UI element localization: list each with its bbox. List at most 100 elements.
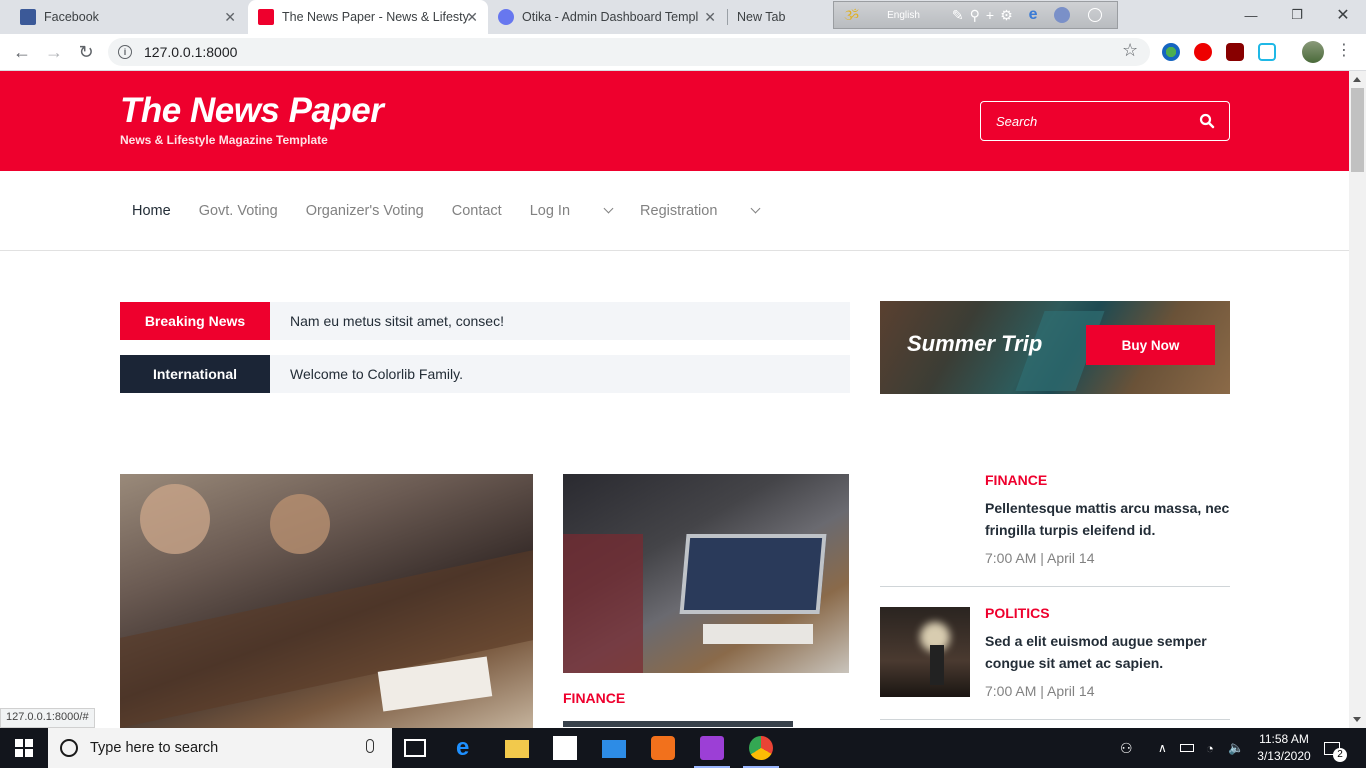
chevron-down-icon: [750, 203, 761, 214]
store-icon[interactable]: [553, 736, 577, 760]
summer-trip-ad[interactable]: Summer Trip Buy Now: [880, 301, 1230, 394]
file-explorer-icon[interactable]: [505, 740, 529, 758]
international-news-ticker: International Welcome to Colorlib Family…: [120, 355, 850, 393]
post-headline[interactable]: Pellentesque mattis arcu massa, nec frin…: [985, 497, 1230, 541]
truncated-headline: [563, 721, 793, 727]
divider: [880, 586, 1230, 587]
back-button[interactable]: ←: [8, 38, 36, 66]
phpstorm-icon[interactable]: [700, 736, 724, 760]
adblock-extension-icon[interactable]: [1194, 43, 1212, 61]
info-icon[interactable]: i: [118, 45, 132, 59]
post-meta: 7:00 AM | April 14: [985, 683, 1095, 699]
volume-icon[interactable]: 🔈: [1228, 728, 1244, 768]
post-image-finance[interactable]: [563, 474, 849, 673]
info-icon: [1087, 8, 1102, 22]
nav-home[interactable]: Home: [132, 203, 171, 219]
post-thumbnail-politics[interactable]: [880, 607, 970, 697]
chevron-up-icon[interactable]: ∧: [1158, 728, 1167, 768]
xampp-icon[interactable]: [651, 736, 675, 760]
clock-date: 3/13/2020: [1257, 749, 1311, 763]
clock[interactable]: 11:58 AM 3/13/2020: [1252, 731, 1316, 765]
main-nav: Home Govt. Voting Organizer's Voting Con…: [0, 171, 1349, 251]
notification-count-badge: 2: [1333, 748, 1347, 762]
battery-icon[interactable]: [1180, 728, 1194, 768]
tab-title: New Tab: [737, 10, 786, 24]
address-bar[interactable]: i 127.0.0.1:8000: [108, 38, 1150, 66]
status-bubble: 127.0.0.1:8000/#: [0, 708, 95, 728]
url-text: 127.0.0.1:8000: [144, 44, 238, 60]
newspaper-icon: [258, 9, 274, 25]
facebook-icon: [20, 9, 36, 25]
scroll-down-icon[interactable]: [1353, 717, 1361, 722]
restore-button[interactable]: ❐: [1274, 0, 1320, 30]
extension-d-icon[interactable]: [1258, 43, 1276, 61]
site-header: The News Paper News & Lifestyle Magazine…: [0, 71, 1349, 171]
nav-login[interactable]: Log In: [529, 203, 614, 219]
reload-button[interactable]: ↻: [72, 38, 100, 66]
post-category[interactable]: POLITICS: [985, 605, 1050, 621]
buy-now-button[interactable]: Buy Now: [1086, 325, 1215, 365]
mail-icon[interactable]: [602, 740, 626, 758]
table-shape: [120, 550, 533, 728]
divider: [880, 719, 1230, 720]
nav-organizers-voting[interactable]: Organizer's Voting: [306, 203, 424, 219]
tab-otika[interactable]: Otika - Admin Dashboard Templ ✕: [488, 0, 726, 34]
wifi-icon[interactable]: ◔: [1206, 728, 1214, 768]
people-icon[interactable]: ⚇: [1120, 728, 1133, 768]
search-form: [980, 101, 1230, 141]
scroll-up-icon[interactable]: [1353, 77, 1361, 82]
person-head-shape: [140, 484, 210, 554]
ticker-text[interactable]: Welcome to Colorlib Family.: [270, 366, 463, 382]
close-icon[interactable]: ✕: [704, 9, 716, 26]
scrollbar-thumb[interactable]: [1351, 88, 1364, 172]
page-scrollbar[interactable]: [1349, 71, 1366, 728]
tab-new-tab[interactable]: New Tab: [727, 0, 837, 34]
site-logo[interactable]: The News Paper: [120, 91, 384, 131]
nav-login-label: Log In: [529, 203, 571, 219]
ticker-label: Breaking News: [120, 302, 270, 340]
language-bar[interactable]: ૐ English ✎⚲+⚙ e: [833, 1, 1118, 29]
active-indicator: [120, 171, 181, 174]
post-category[interactable]: FINANCE: [563, 690, 625, 706]
close-icon[interactable]: ✕: [224, 9, 236, 26]
bookmark-star-icon[interactable]: ☆: [1122, 40, 1138, 61]
chevron-down-icon: [603, 203, 614, 214]
person-head-shape: [270, 494, 330, 554]
minimize-button[interactable]: —: [1228, 0, 1274, 30]
microphone-icon[interactable]: [366, 739, 374, 753]
nav-registration[interactable]: Registration: [640, 203, 761, 219]
browser-toolbar: ← → ↻ i 127.0.0.1:8000 ☆ ⋮: [0, 34, 1366, 71]
browser-tab-strip: Facebook ✕ The News Paper - News & Lifes…: [0, 0, 1366, 34]
laptop-shape: [679, 534, 827, 614]
forward-button[interactable]: →: [40, 38, 68, 66]
idm-extension-icon[interactable]: [1162, 43, 1180, 61]
window-close-button[interactable]: ✕: [1320, 0, 1366, 30]
start-button[interactable]: [0, 728, 48, 768]
windows-icon: [15, 739, 33, 757]
search-icon[interactable]: [1199, 113, 1215, 129]
chrome-icon[interactable]: [749, 736, 773, 760]
menu-icon[interactable]: ⋮: [1336, 40, 1352, 60]
speaker-silhouette: [930, 645, 944, 685]
post-category[interactable]: FINANCE: [985, 472, 1047, 488]
windows-taskbar: Type here to search e ⚇ ∧ ◔ 🔈 11:58 AM 3…: [0, 728, 1366, 768]
search-input[interactable]: [981, 102, 1181, 140]
tab-title: Otika - Admin Dashboard Templ: [522, 10, 699, 24]
task-view-icon[interactable]: [404, 739, 426, 757]
taskbar-search-placeholder: Type here to search: [90, 740, 219, 756]
profile-avatar[interactable]: [1302, 41, 1324, 63]
tab-the-news-paper[interactable]: The News Paper - News & Lifesty ✕: [248, 0, 488, 34]
post-headline[interactable]: Sed a elit euismod augue semper congue s…: [985, 630, 1230, 674]
tab-facebook[interactable]: Facebook ✕: [10, 0, 246, 34]
cortana-icon: [60, 739, 78, 757]
post-meta: 7:00 AM | April 14: [985, 550, 1095, 566]
taskbar-search[interactable]: Type here to search: [48, 728, 392, 768]
ticker-label: International: [120, 355, 270, 393]
edge-icon[interactable]: e: [456, 736, 480, 760]
featured-post-image[interactable]: [120, 474, 533, 728]
ticker-text[interactable]: Nam eu metus sitsit amet, consec!: [270, 313, 504, 329]
close-icon[interactable]: ✕: [466, 9, 478, 26]
nav-govt-voting[interactable]: Govt. Voting: [199, 203, 278, 219]
ublock-extension-icon[interactable]: [1226, 43, 1244, 61]
nav-contact[interactable]: Contact: [452, 203, 502, 219]
